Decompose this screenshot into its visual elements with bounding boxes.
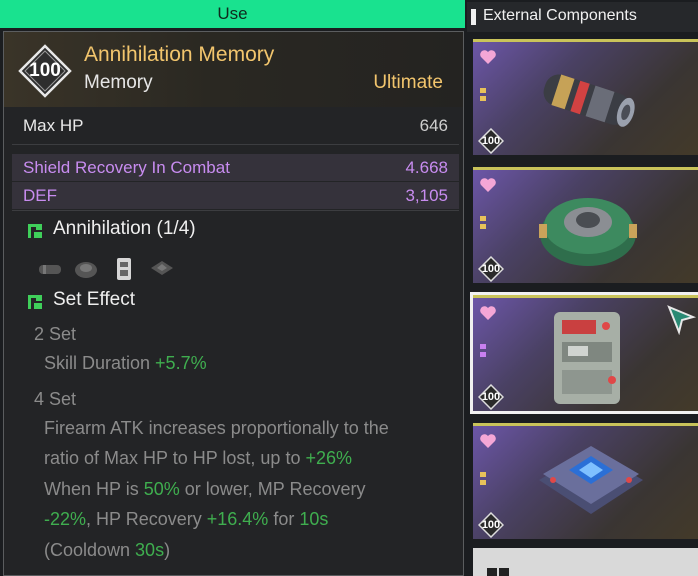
favorite-heart-icon[interactable] [479, 177, 497, 193]
item-name: Annihilation Memory [84, 43, 275, 66]
grid-view-icon [499, 568, 509, 576]
two-set-label: 2 Set [34, 324, 77, 344]
value-fragment: +16.4% [206, 509, 269, 529]
rarity-marks-icon [480, 472, 486, 485]
card-level-badge: 100 [477, 383, 505, 411]
two-set-value: +5.7% [155, 353, 207, 373]
four-set-line: When HP is 50% or lower, MP Recovery [44, 479, 464, 500]
favorite-heart-icon[interactable] [479, 433, 497, 449]
divider [12, 210, 459, 211]
favorite-heart-icon[interactable] [479, 49, 497, 65]
sub-stat-label: DEF [23, 186, 57, 205]
value-fragment: 50% [143, 479, 180, 499]
value-fragment: +26% [305, 448, 353, 468]
sub-stat-label: Shield Recovery In Combat [23, 158, 230, 177]
component-card[interactable]: 100 [473, 423, 698, 539]
text-fragment: When HP is [44, 479, 144, 499]
chip-module-component-icon [539, 446, 643, 514]
list-header-title: External Components [483, 7, 637, 24]
four-set-line: Firearm ATK increases proportionally to … [44, 418, 389, 438]
partial-card[interactable] [473, 548, 698, 576]
favorite-heart-icon[interactable] [479, 305, 497, 321]
level-badge: 100 [18, 44, 72, 98]
battery-pack-component-icon [554, 312, 620, 404]
use-button[interactable]: Use [0, 0, 465, 28]
four-set-line: (Cooldown 30s) [44, 540, 464, 561]
divider [12, 144, 459, 145]
round-core-component-icon [539, 198, 637, 266]
cylinder-component-icon [543, 74, 635, 127]
item-header: 100 Annihilation Memory Memory Ultimate [4, 32, 463, 107]
item-category: Memory [84, 72, 153, 93]
two-set-desc: Skill Duration [44, 353, 156, 373]
chip-module-piece-icon [151, 261, 173, 275]
set-title: Annihilation (1/4) [53, 218, 196, 239]
card-level: 100 [481, 135, 501, 147]
two-set-text: Skill Duration +5.7% [44, 353, 464, 374]
set-icon [28, 224, 42, 238]
list-header: External Components [467, 2, 698, 32]
set-effect-title: Set Effect [53, 289, 136, 310]
set-pieces [36, 255, 186, 283]
rarity-marks-icon [480, 344, 486, 357]
card-level: 100 [481, 391, 501, 403]
text-fragment: (Cooldown [44, 540, 136, 560]
grid-view-icon [487, 568, 497, 576]
text-fragment: ) [164, 540, 171, 560]
sub-stat-row: DEF 3,105 [12, 182, 459, 209]
text-fragment: or lower, MP Recovery [179, 479, 366, 499]
four-set-line: -22%, HP Recovery +16.4% for 10s [44, 509, 464, 530]
card-level-badge: 100 [477, 255, 505, 283]
header-marker [471, 9, 476, 25]
sub-stat-value: 4.668 [405, 158, 448, 177]
card-level: 100 [481, 263, 501, 275]
cylinder-piece-icon [39, 265, 61, 274]
main-stat-value: 646 [419, 116, 448, 135]
value-fragment: 10s [299, 509, 329, 529]
component-card[interactable]: 100 [473, 167, 698, 283]
card-level-badge: 100 [477, 511, 505, 539]
four-set-line: ratio of Max HP to HP lost, up to +26% [44, 448, 464, 469]
main-stat-label: Max HP [23, 116, 84, 135]
battery-pack-piece-icon [117, 258, 131, 280]
cursor-arrow-icon [667, 305, 697, 335]
text-fragment: for [268, 509, 300, 529]
main-stat-row: Max HP 646 [12, 112, 459, 139]
item-detail-panel: 100 Annihilation Memory Memory Ultimate … [3, 31, 464, 576]
rarity-marks-icon [480, 216, 486, 229]
four-set-label: 4 Set [34, 389, 77, 409]
item-tier: Ultimate [373, 72, 443, 93]
set-effect-icon [28, 295, 42, 309]
card-level: 100 [481, 519, 501, 531]
rarity-marks-icon [480, 88, 486, 101]
round-core-piece-icon [75, 262, 97, 278]
value-fragment: 30s [135, 540, 165, 560]
card-level-badge: 100 [477, 127, 505, 155]
level-value: 100 [29, 60, 61, 81]
sub-stat-value: 3,105 [405, 186, 448, 205]
text-fragment: ratio of Max HP to HP lost, up to [44, 448, 306, 468]
sub-stat-row: Shield Recovery In Combat 4.668 [12, 154, 459, 181]
value-fragment: -22% [44, 509, 87, 529]
component-card[interactable]: 100 [473, 39, 698, 155]
component-card-selected[interactable]: 100 [470, 292, 698, 414]
text-fragment: , HP Recovery [86, 509, 207, 529]
